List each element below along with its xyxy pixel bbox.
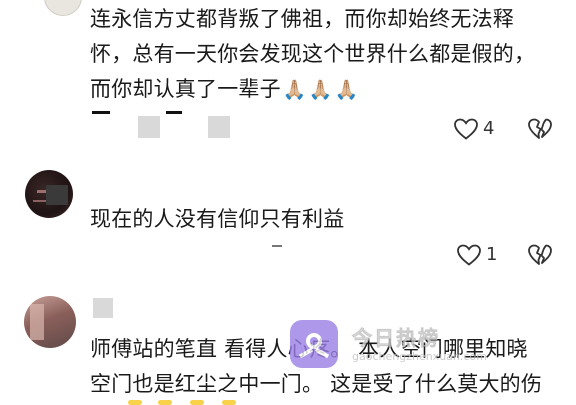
comment-1-text: 连永信方丈都背叛了佛祖，而你却始终无法释 怀，总有一天你会发现这个世界什么都是假… [90, 2, 560, 108]
watermark: 今日热榜 gaochengzhenxuan.com [290, 320, 530, 370]
tiny-mark [272, 245, 282, 247]
masked-meta [90, 108, 260, 138]
broken-heart-icon [528, 118, 552, 139]
like-button[interactable] [453, 117, 479, 141]
pray-emoji: 🙏🏼 [334, 79, 359, 101]
comment-1-line-3: 而你却认真了一辈子 🙏🏼 🙏🏼 🙏🏼 [90, 72, 560, 108]
masked-username [93, 298, 113, 318]
like-count: 1 [486, 244, 498, 265]
avatar[interactable] [44, 0, 82, 16]
watermark-logo-icon [290, 320, 338, 368]
avatar[interactable] [24, 296, 76, 348]
heart-icon [454, 118, 478, 140]
like-button[interactable] [456, 243, 482, 267]
comment-1-line-3-text: 而你却认真了一辈子 [90, 77, 281, 101]
watermark-url: gaochengzhenxuan.com [352, 350, 487, 363]
masked-username [46, 185, 68, 205]
comment-2-text: 现在的人没有信仰只有利益 [90, 207, 345, 231]
like-count: 4 [483, 118, 495, 139]
pray-emoji: 🙏🏼 [308, 79, 333, 101]
dislike-button[interactable] [527, 117, 553, 141]
cut-off-emoji-row [128, 400, 278, 405]
pray-emoji: 🙏🏼 [282, 79, 307, 101]
watermark-title: 今日热榜 [352, 326, 440, 351]
broken-heart-icon [528, 244, 552, 265]
comment-1-line-1: 连永信方丈都背叛了佛祖，而你却始终无法释 [90, 7, 514, 31]
comment-1-line-2: 怀，总有一天你会发现这个世界什么都是假的， [90, 42, 536, 66]
comment-3-line-2: 空门也是红尘之中一门。 这是受了什么莫大的伤 [90, 372, 543, 396]
heart-icon [457, 244, 481, 266]
dislike-button[interactable] [527, 243, 553, 267]
